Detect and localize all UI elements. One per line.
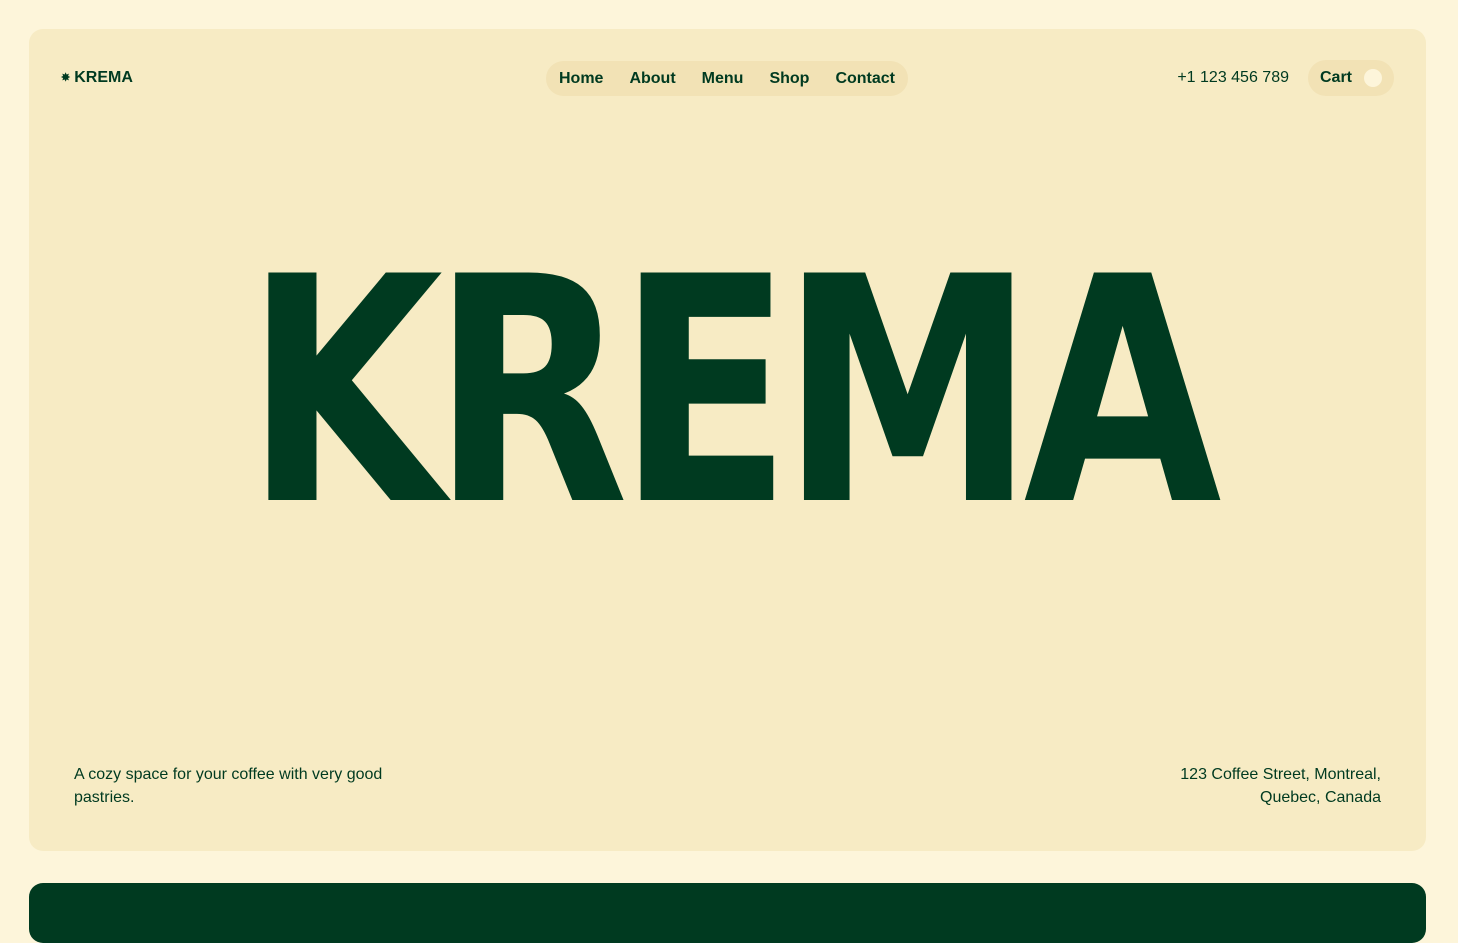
logo[interactable]: ✸ KREMA — [61, 69, 133, 87]
nav-item-contact[interactable]: Contact — [835, 70, 895, 88]
hero-headline: KREMA — [244, 210, 1222, 574]
hero-tagline: A cozy space for your coffee with very g… — [74, 766, 383, 806]
main-nav: Home About Menu Shop Contact — [546, 61, 908, 96]
nav-item-menu[interactable]: Menu — [702, 70, 744, 88]
cart-label: Cart — [1319, 69, 1352, 86]
next-section — [29, 883, 1426, 943]
hero-section: ✸ KREMA Home About Menu Shop Contact +1 … — [29, 29, 1426, 851]
cart-indicator-icon — [1364, 69, 1382, 87]
nav-item-home[interactable]: Home — [559, 70, 603, 88]
nav-item-about[interactable]: About — [629, 70, 675, 88]
nav-item-shop[interactable]: Shop — [769, 70, 809, 88]
phone-link[interactable]: +1 123 456 789 — [1177, 69, 1289, 87]
hero-address: 123 Coffee Street, Montreal, Quebec, Can… — [1180, 766, 1381, 806]
cart-button[interactable]: Cart — [1307, 60, 1394, 96]
logo-text: KREMA — [74, 69, 133, 86]
asterisk-star-icon: ✸ — [61, 71, 71, 84]
